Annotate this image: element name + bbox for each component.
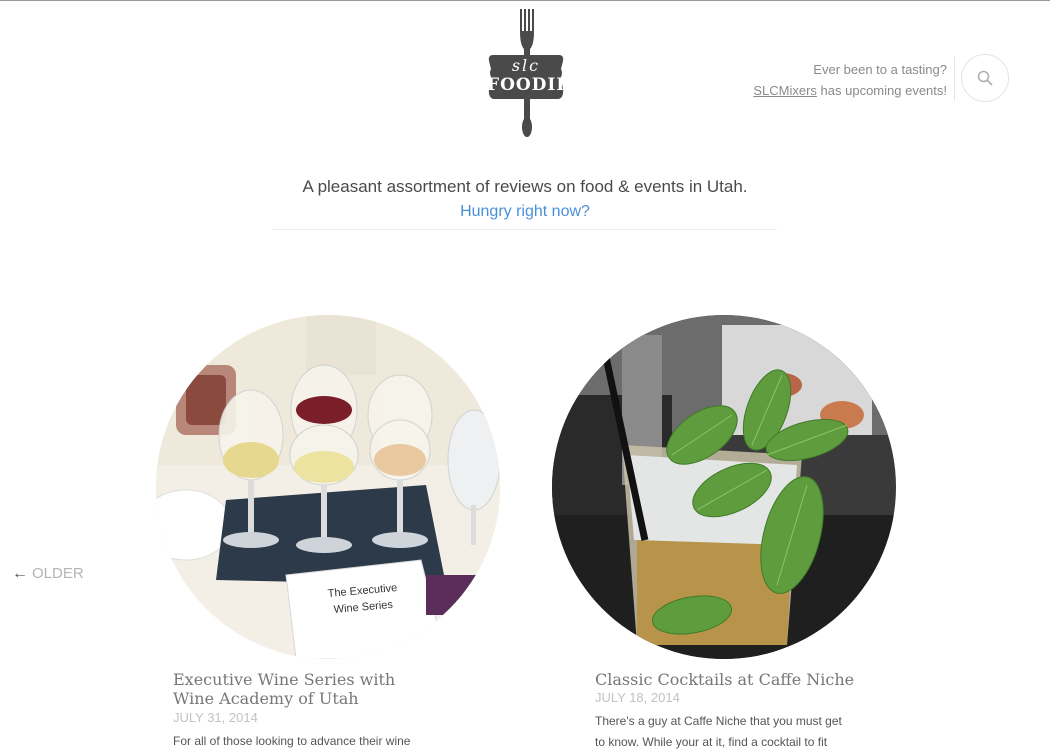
post-date-wine: JULY 31, 2014 <box>173 710 258 725</box>
promo-events-line: SLCMixers has upcoming events! <box>753 80 947 101</box>
post-date-cocktail: JULY 18, 2014 <box>595 690 680 705</box>
search-button[interactable] <box>961 54 1009 102</box>
post-image-cocktail[interactable] <box>552 315 896 659</box>
post-title-wine[interactable]: Executive Wine Series with Wine Academy … <box>173 670 433 708</box>
search-icon <box>977 70 993 86</box>
older-label: OLDER <box>32 565 84 582</box>
promo-events-text: has upcoming events! <box>816 83 947 98</box>
tasting-promo: Ever been to a tasting? SLCMixers has up… <box>753 59 947 101</box>
post-excerpt-cocktail: There's a guy at Caffe Niche that you mu… <box>595 714 842 749</box>
older-posts-link[interactable]: ← OLDER <box>12 564 84 584</box>
promo-question: Ever been to a tasting? <box>813 62 947 77</box>
logo-slc-text: slc <box>511 56 541 75</box>
hungry-link-wrap: Hungry right now? <box>0 201 1050 223</box>
header-divider <box>272 229 777 230</box>
hungry-right-now-link[interactable]: Hungry right now? <box>460 203 590 220</box>
mint-cocktail-photo <box>552 315 896 659</box>
post-title-cocktail[interactable]: Classic Cocktails at Caffe Niche <box>595 670 855 689</box>
promo-divider <box>954 57 955 101</box>
site-logo[interactable]: slc FOODIE <box>487 7 571 139</box>
wine-glasses-photo: The Executive Wine Series <box>156 315 500 659</box>
slcmixers-link[interactable]: SLCMixers <box>753 83 817 98</box>
post-image-wine[interactable]: The Executive Wine Series <box>156 315 500 659</box>
post-excerpt-wine: For all of those looking to advance thei… <box>173 734 411 748</box>
site-tagline: A pleasant assortment of reviews on food… <box>302 177 748 196</box>
arrow-left-icon: ← <box>12 565 28 582</box>
logo-foodie-text: FOODIE <box>487 75 571 95</box>
